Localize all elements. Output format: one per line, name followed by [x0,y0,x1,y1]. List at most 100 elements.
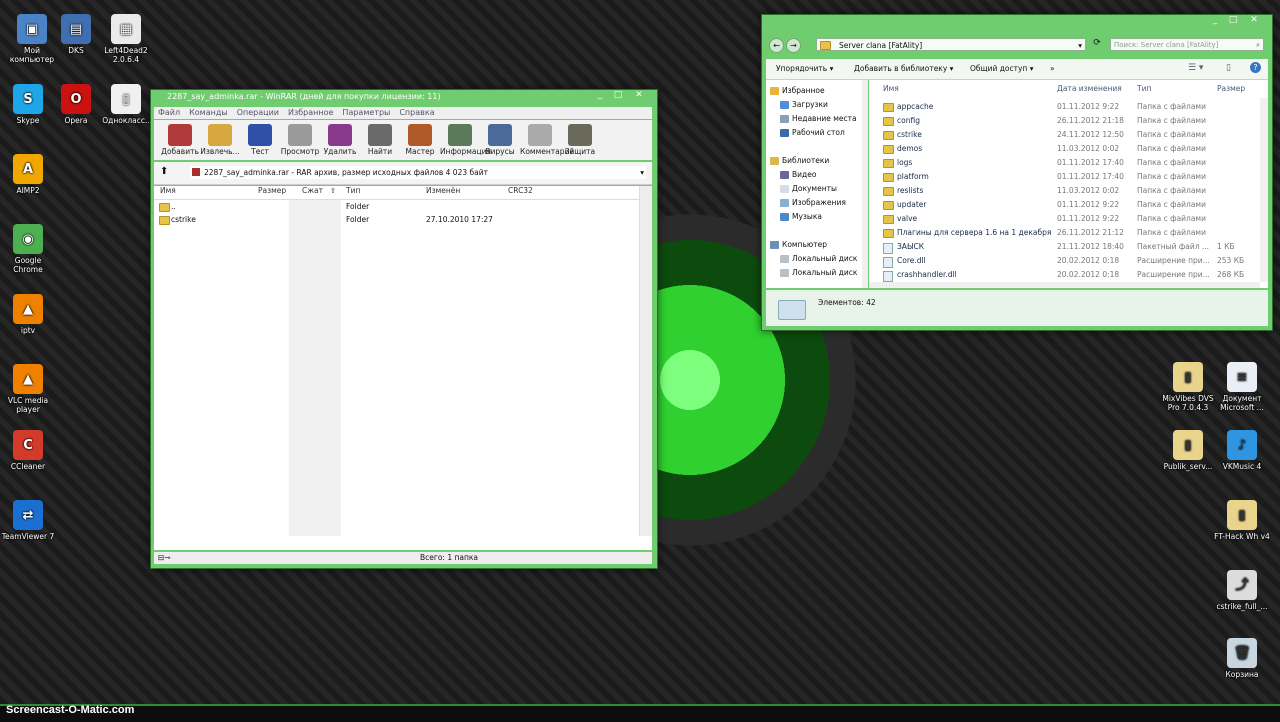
maximize-icon[interactable]: □ [611,91,625,101]
back-icon[interactable]: ← [769,38,784,53]
chevron-down-icon[interactable]: ▾ [640,166,644,179]
toolbar-button[interactable]: Комментарий [520,124,574,156]
cell-type: Папка с файлами [1137,130,1206,139]
col-crc[interactable]: CRC32 [508,186,533,195]
toolbar-button[interactable]: Тест [240,124,280,156]
file-row[interactable]: Плагины для сервера 1.6 на 1 декабря 26.1… [869,226,1258,240]
preview-pane-icon[interactable]: ▯ [1226,63,1231,73]
nav-item[interactable]: Загрузки [780,99,828,111]
col-size[interactable]: Размер [258,186,286,195]
menu-item[interactable]: Операции [237,108,279,117]
file-row[interactable]: platform 01.11.2012 17:40 Папка с файлами [869,170,1258,184]
desktop-icon[interactable]: ⤴ cstrike_full_... [1214,570,1270,611]
file-row[interactable]: cstrike 24.11.2012 12:50 Папка с файлами [869,128,1258,142]
toolbar-button[interactable]: Общий доступ ▾ [970,59,1033,79]
address-field[interactable]: Server clana [FatAlity] ▾ [816,38,1086,51]
view-icon[interactable]: ☰ ▾ [1188,63,1203,73]
col-packed[interactable]: Сжат [302,186,323,195]
desktop-icon[interactable]: ♪ VKMusic 4 [1214,430,1270,471]
toolbar-button[interactable]: Вирусы [480,124,520,156]
desktop-icon[interactable]: ▮ FT-Hack Wh v4 [1214,500,1270,541]
file-row[interactable]: ЗАЫСК 21.11.2012 18:40 Пакетный файл ... 1 … [869,240,1258,254]
search-input[interactable]: Поиск: Server clana [FatAlity] ⌕ [1110,38,1264,51]
file-row[interactable]: Core.dll 20.02.2012 0:18 Расширение при...… [869,254,1258,268]
table-row[interactable]: .. Folder [154,200,652,214]
file-row[interactable]: demos 11.03.2012 0:02 Папка с файлами [869,142,1258,156]
nav-item[interactable]: Библиотеки [770,155,829,167]
col-type[interactable]: Тип [1137,84,1151,93]
nav-item[interactable]: Документы [780,183,837,195]
nav-item[interactable]: Музыка [780,211,822,223]
toolbar-button[interactable]: Мастер [400,124,440,156]
close-icon[interactable]: ✕ [629,91,649,101]
nav-item[interactable]: Изображения [780,197,846,209]
desktop-icon[interactable]: ▮ Publik_serv... [1160,430,1216,471]
forward-icon[interactable]: → [786,38,801,53]
toolbar-button[interactable]: Извлечь... [200,124,240,156]
menu-item[interactable]: Параметры [342,108,390,117]
explorer-titlebar[interactable]: _ □ ✕ [762,15,1272,29]
path-field[interactable]: 2287_say_adminka.rar - RAR архив, размер… [190,166,646,179]
desktop-icon[interactable]: ⇄ TeamViewer 7 [0,500,56,541]
up-folder-icon[interactable]: ⬆ [160,166,174,178]
col-name[interactable]: Имя [160,186,176,195]
desktop-icon[interactable]: A AIMP2 [0,154,56,195]
col-modified[interactable]: Изменён [426,186,460,195]
toolbar-button[interactable]: Информация [440,124,491,156]
toolbar-button[interactable]: » [1050,59,1055,79]
close-icon[interactable]: ✕ [1244,16,1264,26]
nav-item[interactable]: Локальный диск [780,267,857,279]
desktop-icon[interactable]: 🗑 Корзина [1214,638,1270,679]
col-date[interactable]: Дата изменения [1057,84,1122,93]
menu-item[interactable]: Файл [158,108,180,117]
nav-scrollbar[interactable] [862,80,868,288]
file-row[interactable]: reslists 11.03.2012 0:02 Папка с файлами [869,184,1258,198]
toolbar-button[interactable]: Добавить в библиотеку ▾ [854,59,953,79]
toolbar-button[interactable]: Удалить [320,124,360,156]
file-row[interactable]: logs 01.11.2012 17:40 Папка с файлами [869,156,1258,170]
refresh-icon[interactable]: ⟳ [1090,38,1104,51]
minimize-icon[interactable]: _ [593,91,607,101]
col-name[interactable]: Имя [883,84,899,93]
desktop-icon[interactable]: ▦ Left4Dead2 2.0.6.4 [98,14,154,64]
menu-item[interactable]: Команды [189,108,228,117]
toolbar-button[interactable]: Найти [360,124,400,156]
toolbar-button[interactable]: Упорядочить ▾ [776,59,833,79]
nav-item[interactable]: Локальный диск [780,253,857,265]
maximize-icon[interactable]: □ [1226,16,1240,26]
file-row[interactable]: config 26.11.2012 21:18 Папка с файлами [869,114,1258,128]
horizontal-scrollbar[interactable] [869,282,1260,288]
toolbar-button[interactable]: Просмотр [280,124,320,156]
file-row[interactable]: updater 01.11.2012 9:22 Папка с файлами [869,198,1258,212]
minimize-icon[interactable]: _ [1208,16,1222,26]
desktop-icon[interactable]: ▤ DKS [48,14,104,55]
nav-item[interactable]: Рабочий стол [780,127,845,139]
desktop-icon[interactable]: ▲ VLC media player [0,364,56,414]
desktop-icon[interactable]: ▮ MixVibes DVS Pro 7.0.4.3 [1160,362,1216,412]
toolbar-button[interactable]: Добавить [160,124,200,156]
file-row[interactable]: valve 01.11.2012 9:22 Папка с файлами [869,212,1258,226]
chevron-down-icon[interactable]: ▾ [1078,39,1082,52]
table-row[interactable]: cstrike Folder 27.10.2010 17:27 [154,213,652,227]
nav-item[interactable]: Компьютер [770,239,827,251]
file-row[interactable]: appcache 01.11.2012 9:22 Папка с файлами [869,100,1258,114]
desktop-icon[interactable]: C CCleaner [0,430,56,471]
file-row[interactable]: crashhandler.dll 20.02.2012 0:18 Расширени… [869,268,1258,282]
desktop-icon[interactable]: O Opera [48,84,104,125]
help-icon[interactable]: ? [1250,62,1261,73]
vertical-scrollbar[interactable] [639,186,652,536]
nav-item[interactable]: Избранное [770,85,825,97]
vertical-scrollbar[interactable] [1260,98,1268,282]
desktop-icon[interactable]: ◉ Google Chrome [0,224,56,274]
toolbar-button[interactable]: Защита [560,124,600,156]
menu-item[interactable]: Справка [399,108,434,117]
desktop-icon[interactable]: ▲ iptv [0,294,56,335]
menu-item[interactable]: Избранное [288,108,333,117]
nav-item[interactable]: Видео [780,169,816,181]
col-type[interactable]: Тип [346,186,360,195]
nav-item[interactable]: Недавние места [780,113,857,125]
desktop-icon[interactable]: ▯ Однокласс.. [98,84,154,125]
winrar-titlebar[interactable]: 2287_say_adminka.rar - WinRAR (дней для … [151,90,657,104]
col-size[interactable]: Размер [1217,84,1245,93]
desktop-icon[interactable]: ≡ Документ Microsoft ... [1214,362,1270,412]
